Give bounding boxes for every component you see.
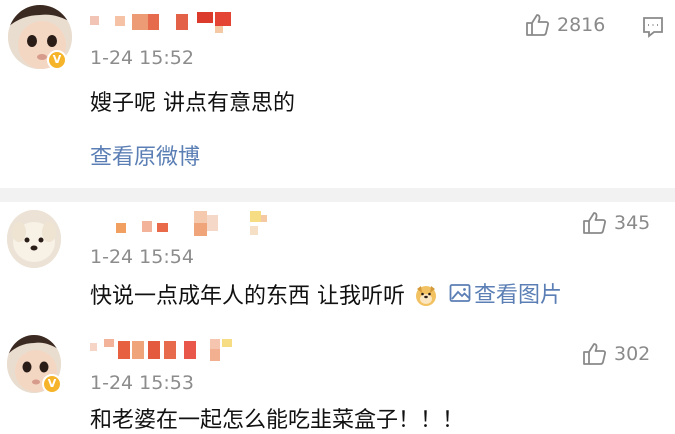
thumbs-up-icon — [583, 212, 606, 234]
thumbs-up-icon — [526, 14, 549, 36]
comment-text: 嫂子呢 讲点有意思的 — [90, 91, 295, 116]
like-button[interactable]: 345 — [582, 210, 650, 236]
verified-badge-icon: V — [47, 50, 67, 70]
thumbs-up-icon — [583, 343, 606, 365]
username-mosaic[interactable] — [90, 10, 250, 34]
comment-timestamp: 1-24 15:52 — [90, 47, 194, 69]
like-count: 345 — [614, 212, 651, 234]
comment-text: 快说一点成年人的东西 让我听听 — [90, 284, 405, 309]
section-divider — [0, 188, 675, 202]
dog-emoji-icon — [416, 286, 436, 306]
like-button[interactable]: 2816 — [525, 12, 605, 38]
view-original-weibo-link[interactable]: 查看原微博 — [90, 139, 200, 171]
comments-list: 1-24 15:54 345 快说一点成年人的东西 让我听听 查看图片 V 1-… — [0, 202, 675, 434]
comment-text: 和老婆在一起怎么能吃韭菜盒子！！！ — [90, 408, 465, 433]
like-count: 2816 — [557, 14, 606, 36]
comment-timestamp: 1-24 15:53 — [90, 372, 194, 394]
username-mosaic[interactable] — [90, 211, 280, 236]
image-icon — [449, 284, 471, 302]
comment-text-row: 快说一点成年人的东西 让我听听 查看图片 — [90, 277, 562, 310]
view-image-label: 查看图片 — [474, 283, 563, 308]
like-count: 302 — [614, 343, 651, 365]
like-button[interactable]: 302 — [582, 341, 650, 367]
verified-badge-icon: V — [42, 374, 62, 394]
comment-timestamp: 1-24 15:54 — [90, 246, 194, 268]
view-image-link[interactable]: 查看图片 — [449, 277, 562, 309]
username-mosaic[interactable] — [90, 339, 250, 363]
comment-bubble-icon[interactable] — [641, 15, 665, 39]
comment-1: V 1-24 15:52 2816 嫂子呢 讲点有意思的 查看原微博 — [0, 0, 675, 188]
avatar-puppy[interactable] — [7, 210, 61, 268]
